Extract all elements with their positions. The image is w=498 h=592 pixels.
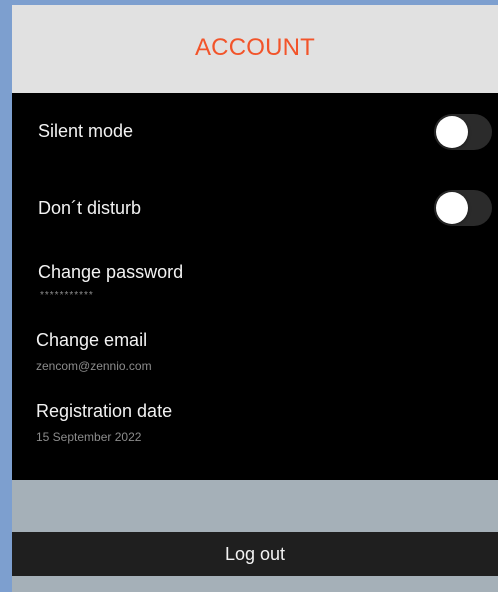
change-email-label: Change email	[36, 330, 148, 350]
dont-disturb-toggle[interactable]	[434, 190, 492, 226]
silent-mode-row: Silent mode	[12, 93, 498, 169]
registration-date-row: Registration date 15 September 2022	[12, 385, 498, 455]
silent-mode-toggle[interactable]	[434, 114, 492, 150]
account-screen: ACCOUNT Silent mode Don´t disturb Change…	[12, 5, 498, 592]
dont-disturb-row: Don´t disturb	[12, 169, 498, 245]
toggle-knob	[436, 116, 468, 148]
password-value: ***********	[40, 290, 94, 301]
change-password-row[interactable]: Change password ***********	[12, 245, 498, 315]
dont-disturb-label: Don´t disturb	[38, 198, 142, 218]
email-value: zencom@zennio.com	[36, 359, 152, 373]
page-title: ACCOUNT	[194, 34, 316, 61]
silent-mode-label: Silent mode	[38, 121, 134, 141]
toggle-knob	[436, 192, 468, 224]
settings-panel: Silent mode Don´t disturb Change passwor…	[12, 93, 498, 480]
footer-spacer	[12, 480, 498, 532]
change-password-label: Change password	[38, 262, 184, 282]
logout-button[interactable]: Log out	[12, 532, 498, 576]
header-bar: ACCOUNT	[12, 5, 498, 93]
change-email-row[interactable]: Change email zencom@zennio.com	[12, 315, 498, 385]
registration-date-label: Registration date	[36, 401, 173, 421]
bottom-bar	[12, 576, 498, 592]
app-frame: ACCOUNT Silent mode Don´t disturb Change…	[0, 0, 498, 592]
registration-date-value: 15 September 2022	[36, 430, 142, 444]
